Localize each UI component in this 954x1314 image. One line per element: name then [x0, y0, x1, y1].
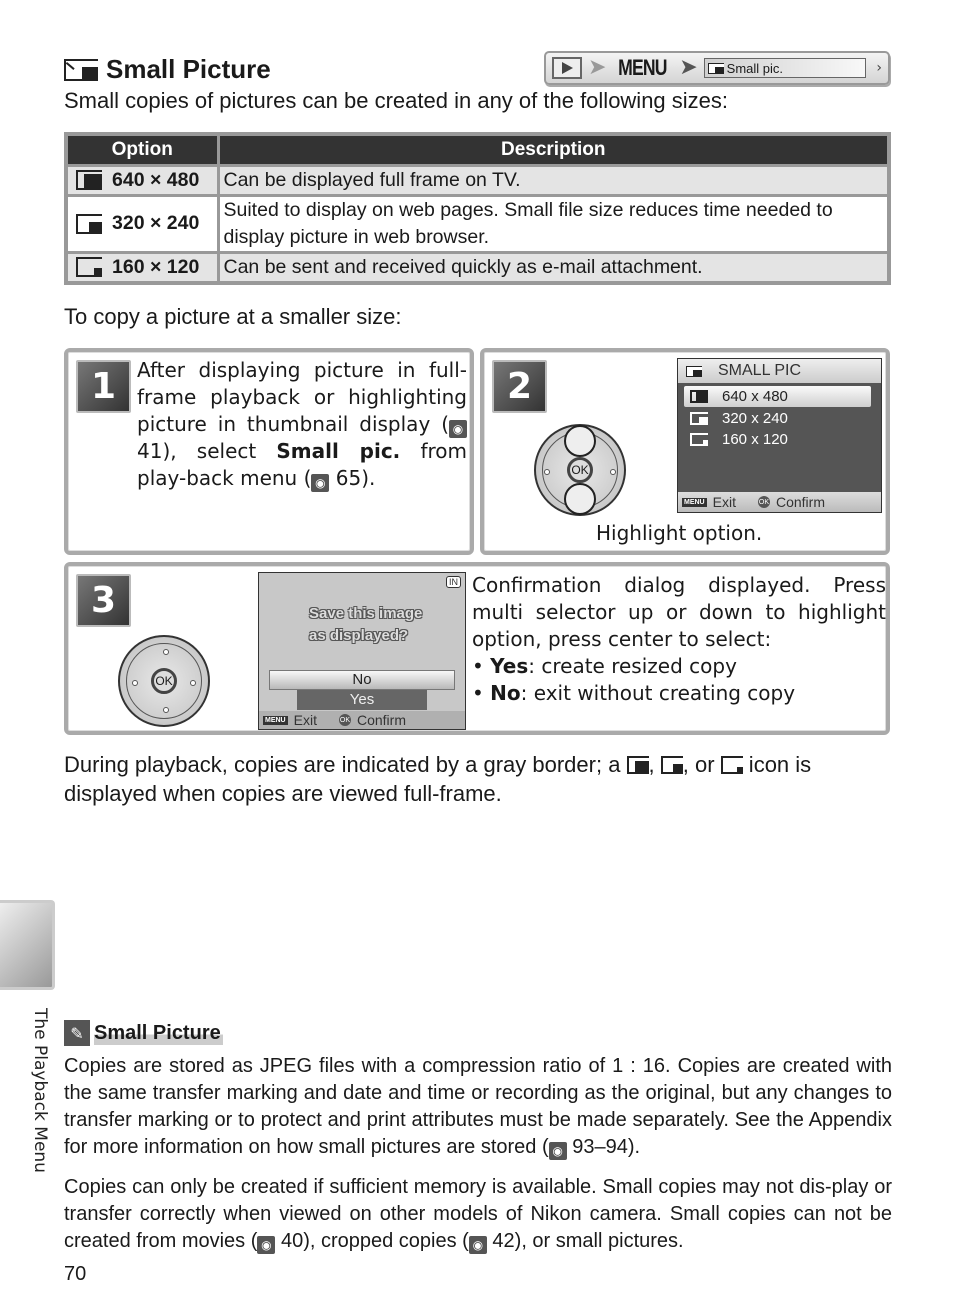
bullet-yes: • Yes: create resized copy: [472, 654, 737, 678]
camera-screen-small-pic-menu: SMALL PIC 640 x 480 320 x 240 160 x 120 …: [677, 358, 882, 513]
small-picture-icon: [707, 62, 724, 74]
step-number: 3: [76, 574, 131, 627]
note-paragraph-1: Copies are stored as JPEG files with a c…: [64, 1055, 892, 1160]
step-2-caption: Highlight option.: [596, 521, 763, 545]
intro-text: Small copies of pictures can be created …: [64, 88, 729, 113]
size-320-icon: [690, 412, 708, 425]
size-640-icon: [76, 170, 102, 190]
menu-option-selected: 640 x 480: [684, 386, 871, 407]
screen-footer: MENU Exit OK Confirm: [259, 711, 465, 729]
page-number: 70: [64, 1263, 87, 1285]
ok-button-icon: OK: [757, 496, 770, 508]
step-2-box: 2 OK SMALL PIC 640 x 480 320 x 240 160 x…: [480, 348, 890, 555]
chevron-right-icon: ›: [876, 60, 882, 76]
selector-up-highlight: [564, 425, 596, 457]
note-heading: ✎ Small Picture: [64, 1020, 223, 1046]
small-picture-icon: [64, 58, 98, 81]
copy-instructions-lead: To copy a picture at a smaller size:: [64, 304, 402, 329]
menu-option: 320 x 240: [684, 408, 871, 429]
internal-memory-icon: IN: [446, 576, 461, 588]
menu-button-icon: MENU: [682, 497, 707, 507]
dialog-option-no: No: [269, 670, 455, 690]
column-header-description: Description: [218, 136, 887, 165]
ok-button-icon: OK: [338, 714, 351, 726]
option-value: 640 × 480: [112, 168, 200, 191]
menu-path: ➤ MENU ➤ Small pic. ›: [544, 51, 890, 85]
page-reference-icon: ◉: [257, 1236, 276, 1254]
section-label: The Playback Menu: [30, 1008, 50, 1173]
step-number: 1: [76, 360, 131, 413]
ok-button-icon: OK: [151, 668, 177, 694]
size-640-icon: [626, 756, 649, 774]
menu-option: 160 x 120: [684, 429, 871, 450]
ok-button-icon: OK: [567, 457, 593, 483]
paperclip-icon: ✎: [64, 1020, 90, 1046]
column-header-option: Option: [68, 136, 220, 165]
menu-button-icon: MENU: [263, 715, 288, 725]
option-description: Suited to display on web pages. Small fi…: [218, 193, 887, 252]
step-1-box: 1 After displaying picture in full-frame…: [64, 348, 474, 555]
playback-note: During playback, copies are indicated by…: [64, 752, 812, 806]
size-320-icon: [660, 756, 683, 774]
page-title-text: Small Picture: [106, 54, 271, 84]
arrow-right-icon: ➤: [679, 55, 698, 80]
table-row: 640 × 480 Can be displayed full frame on…: [68, 163, 887, 195]
multi-selector: OK: [534, 424, 626, 516]
table-row: 320 × 240 Suited to display on web pages…: [68, 193, 887, 252]
small-picture-icon: [686, 365, 702, 377]
menu-label: MENU: [618, 55, 668, 80]
bullet-no: • No: exit without creating copy: [472, 681, 796, 705]
selector-down-highlight: [564, 483, 596, 515]
menu-item-small-pic: Small pic.: [703, 58, 867, 78]
page-reference-icon: ◉: [548, 1142, 567, 1160]
note-title: Small Picture: [94, 1021, 223, 1045]
option-description: Can be displayed full frame on TV.: [218, 163, 887, 195]
screen-title-bar: SMALL PIC: [678, 359, 881, 383]
step-1-text: After displaying picture in full-frame p…: [137, 358, 467, 492]
page-reference-icon: ◉: [311, 474, 330, 492]
dialog-option-yes: Yes: [297, 690, 427, 710]
step-3-text: Confirmation dialog displayed. Press mul…: [472, 573, 886, 705]
camera-screen-confirmation-dialog: IN Save this image as displayed? No Yes …: [258, 572, 466, 730]
dialog-question: Save this image as displayed?: [309, 605, 423, 644]
step-3-box: 3 OK IN Save this image as displayed? No…: [64, 562, 890, 735]
note-paragraph-2: Copies can only be created if sufficient…: [64, 1176, 892, 1254]
playback-icon: [552, 57, 582, 79]
page-reference-icon: ◉: [468, 1236, 487, 1254]
multi-selector: OK: [118, 635, 210, 727]
option-description: Can be sent and received quickly as e-ma…: [218, 250, 887, 281]
menu-item-label: Small pic.: [726, 60, 784, 76]
screen-footer: MENU Exit OK Confirm: [678, 492, 881, 512]
size-160-icon: [690, 433, 708, 446]
page-title: Small Picture: [64, 54, 271, 85]
size-160-icon: [720, 756, 743, 774]
page-reference-icon: ◉: [449, 420, 467, 438]
option-value: 160 × 120: [112, 255, 200, 278]
size-640-icon: [690, 390, 708, 403]
section-tab: [0, 900, 55, 990]
size-160-icon: [76, 257, 102, 277]
table-row: 160 × 120 Can be sent and received quick…: [68, 250, 887, 281]
options-table: Option Description 640 × 480 Can be disp…: [64, 132, 891, 285]
size-320-icon: [76, 213, 102, 234]
option-value: 320 × 240: [112, 212, 200, 234]
arrow-right-icon: ➤: [588, 55, 607, 80]
step-number: 2: [492, 360, 547, 413]
